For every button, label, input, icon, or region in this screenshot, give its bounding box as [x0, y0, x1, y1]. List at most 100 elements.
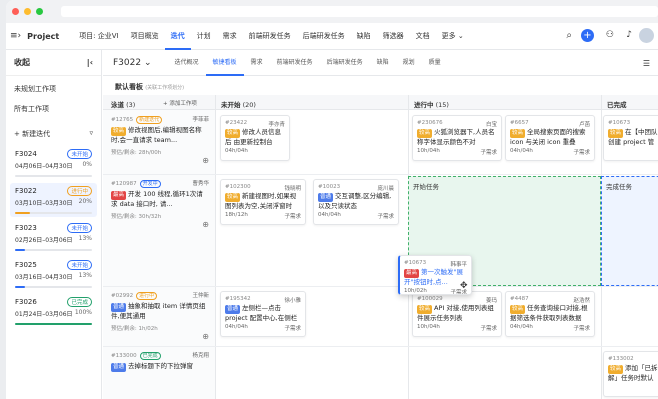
priority-label: 较高: [608, 365, 624, 374]
task-card[interactable]: #10023 庞川晨 普通 交互调整,区分编辑,以及只读状态 04h/04h 子需求: [313, 179, 399, 225]
drop-zone: 完成任务: [601, 176, 658, 286]
tab-overview[interactable]: 迭代概况: [168, 50, 206, 76]
iteration-item[interactable]: F3026 01月24日–03月06日 已完成 100%: [10, 294, 97, 328]
item-meta: 预估/剩余: 30h/32h: [111, 214, 162, 220]
tab-frontend[interactable]: 前端研发任务: [270, 50, 320, 76]
progress-bar: [15, 175, 92, 177]
task-card[interactable]: #10673 较高在【中团队创建 project 管 理员权限: [603, 115, 658, 161]
add-member-icon[interactable]: ⚇: [606, 30, 614, 40]
item-assignee: 王仲新: [192, 293, 209, 299]
board-title-row: 默认看板 (关联工作项划分): [103, 76, 658, 94]
task-card[interactable]: #195342徐小雅普通左侧栏—点击 project 配置中心,在侧栏滑选中04…: [220, 291, 306, 337]
priority-label: 较高: [417, 129, 433, 138]
nav-iteration[interactable]: 迭代: [164, 23, 191, 50]
menu-collapse-icon[interactable]: ≡›: [6, 31, 27, 41]
task-card[interactable]: #230676 白宝 较高 火狐浏览器下,人员名称字体显示颜色不对 10h/04h 子需求: [412, 115, 502, 161]
column-count: (15): [433, 101, 449, 109]
nav-plan[interactable]: 计划: [191, 23, 217, 50]
card-assignee: 赵浩然: [573, 298, 590, 304]
add-subitem-icon[interactable]: ⊕: [202, 332, 209, 341]
bell-icon[interactable]: ♪: [626, 30, 632, 40]
iteration-item[interactable]: F3024 04月06日–04月30日 未开始 0%: [10, 146, 97, 180]
nav-backend-tasks[interactable]: 后端研发任务: [297, 23, 351, 50]
swimlane-item[interactable]: #133000 已完成 杨克翔 普通 去掉标题下的下拉弹窗: [111, 351, 209, 399]
card-footer: 04h/04h 子需求: [510, 324, 590, 332]
task-card[interactable]: #102300 钱晓明 较高 新建视图时,如果视图列表为空,关闭浮窗时 18h/12h 子…: [220, 179, 306, 225]
add-icon[interactable]: +: [581, 29, 594, 42]
nav-docs[interactable]: 文档: [410, 23, 436, 50]
iteration-progress: 13%: [78, 235, 92, 242]
close-window-icon[interactable]: [12, 8, 19, 15]
add-subitem-icon[interactable]: ⊕: [202, 220, 209, 229]
tab-quality[interactable]: 质量: [422, 50, 448, 76]
top-nav: ≡› Project 项目: 企业VI 项目概览 迭代 计划 需求 前端研发任务…: [6, 23, 658, 50]
tab-planning[interactable]: 规划: [396, 50, 422, 76]
card-title: 较高 API 对接,使用列表组件展示任务列表: [417, 304, 497, 322]
nav-requirement[interactable]: 需求: [217, 23, 243, 50]
tab-board[interactable]: 敏捷看板: [205, 50, 244, 76]
card-title: 普通 交互调整,区分编辑,以及只读状态: [318, 192, 394, 210]
progress-bar: [15, 323, 92, 325]
swimlane-item[interactable]: #120987 开发中 曹秀华 最高 开发 100 线程,循环1次请求 data 接口时…: [111, 179, 209, 229]
priority-label: 普通: [225, 305, 241, 314]
priority-label: 普通: [318, 193, 334, 202]
priority-label: 较高: [510, 129, 526, 138]
avatar[interactable]: [639, 28, 654, 43]
nav-defects[interactable]: 缺陷: [351, 23, 377, 50]
nav-more[interactable]: 更多 ⌄: [436, 23, 470, 50]
all-items-link[interactable]: 所有工作项: [6, 99, 101, 119]
tab-backend[interactable]: 后端研发任务: [320, 50, 370, 76]
task-card[interactable]: #133002 较高添加「已拆解」任务时默认排选器: [603, 351, 658, 397]
maximize-window-icon[interactable]: [36, 8, 43, 15]
add-item-button[interactable]: + 添加工作项: [163, 99, 197, 107]
card-type: 子需求: [284, 214, 301, 220]
list-view-icon[interactable]: ☰: [643, 59, 650, 68]
nav-overview[interactable]: 项目概览: [125, 23, 165, 50]
nav-frontend-tasks[interactable]: 前端研发任务: [243, 23, 297, 50]
minimize-window-icon[interactable]: [24, 8, 31, 15]
card-type: 子需求: [284, 326, 301, 332]
card-type: 子需求: [480, 150, 497, 156]
unplanned-items-link[interactable]: 未规划工作项: [6, 79, 101, 99]
column-title: 未开始: [221, 101, 241, 109]
iteration-switcher[interactable]: F3022 ⌄: [103, 58, 168, 68]
card-title: 普通左侧栏—点击 project 配置中心,在侧栏滑选中: [225, 304, 301, 322]
item-title: 普通 去掉标题下的下拉弹窗: [111, 362, 209, 372]
progress-bar: [15, 212, 92, 214]
new-iteration-button[interactable]: + 新建迭代: [14, 129, 50, 139]
nav-filter[interactable]: 筛选器: [377, 23, 410, 50]
project-switcher[interactable]: 项目: 企业VI: [73, 23, 124, 50]
item-meta: 预估/剩余: 28h/00h: [111, 150, 162, 156]
iteration-item[interactable]: F3025 03月16日–04月30日 未开始 13%: [10, 257, 97, 291]
iteration-item[interactable]: F3023 02月26日–03月06日 未开始 13%: [10, 220, 97, 254]
filter-icon[interactable]: ▿: [89, 129, 93, 139]
task-card[interactable]: #6657 卢菡 较高 全局搜索页面的搜索 icon 与关闭 icon 重叠 04h/0…: [505, 115, 595, 161]
item-status-badge: 开发中: [139, 180, 161, 188]
priority-label: 较高: [225, 129, 241, 138]
tab-defects[interactable]: 缺陷: [370, 50, 396, 76]
task-card[interactable]: #100029 姜玛 较高 API 对接,使用列表组件展示任务列表 10h/04h 子需求: [412, 291, 502, 337]
move-cursor-icon: ✥: [460, 281, 468, 291]
sidebar-title: 收起: [14, 58, 30, 67]
swimlane-item[interactable]: #12765 新建迭代 李菲菲 较高 修改视图后,编辑视图名称时,会一直请求 team.…: [111, 115, 209, 165]
task-card[interactable]: #23422 李亦青 较高 修改人员信息后 由更新控制台 04h/04h: [220, 115, 290, 161]
item-title: 最高 开发 100 线程,循环1次请求 data 接口时, 请...: [111, 190, 209, 209]
collapse-sidebar-icon[interactable]: |‹: [87, 58, 93, 67]
item-title: 普通 抽象和抽取 item 详情页组件,便其通用: [111, 302, 209, 321]
card-id: #133002: [608, 356, 634, 362]
app-title: Project: [27, 31, 60, 41]
task-card[interactable]: #4487 赵浩然 较高 任务查询接口对接,根据筛选条件获取列表数据 04h/04h 子需…: [505, 291, 595, 337]
progress-fill: [15, 249, 25, 251]
address-bar[interactable]: [61, 6, 658, 17]
tab-requirement[interactable]: 需求: [244, 50, 270, 76]
column-count: (20): [240, 101, 256, 109]
swimlane-item[interactable]: #02992 进行中 王仲新 普通 抽象和抽取 item 详情页组件,便其通用 预估/剩余…: [111, 291, 209, 341]
iteration-dates: 04月06日–04月30日: [15, 163, 73, 170]
iteration-item[interactable]: F3022 03月10日–03月30日 进行中 20%: [10, 183, 97, 217]
card-title: 最高 第一次触发"展开"按钮时,点...: [404, 268, 467, 286]
priority-label: 普通: [111, 303, 127, 312]
card-title: 较高添加「已拆解」任务时默认排选器: [608, 364, 658, 382]
add-subitem-icon[interactable]: ⊕: [202, 156, 209, 165]
card-footer: 10h/04h 子需求: [417, 148, 497, 156]
search-icon[interactable]: ⌕: [566, 30, 572, 41]
